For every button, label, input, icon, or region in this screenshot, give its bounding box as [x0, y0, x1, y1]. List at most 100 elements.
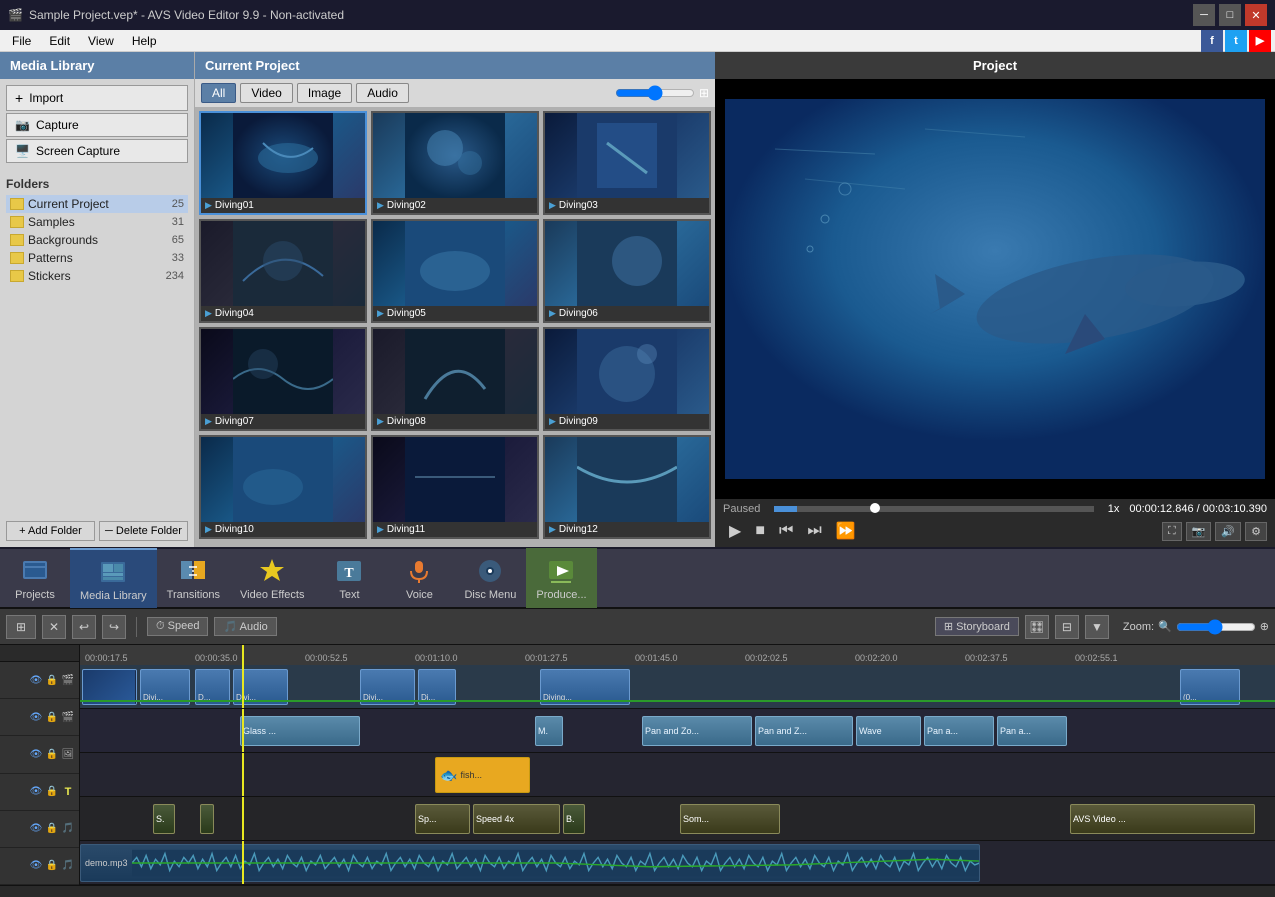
timeline-scroll[interactable]: 00:00:17.5 00:00:35.0 00:00:52.5 00:01:1…: [80, 645, 1275, 885]
tool-transitions[interactable]: Transitions: [157, 548, 230, 608]
clip-text-speed4x[interactable]: Speed 4x: [473, 804, 560, 834]
clip-wave[interactable]: Wave: [856, 716, 921, 746]
media-item-diving02[interactable]: ▶ Diving02: [371, 111, 539, 215]
eye-icon[interactable]: 👁: [29, 785, 43, 799]
clip-text-s[interactable]: S.: [153, 804, 175, 834]
lock-icon[interactable]: 🔒: [45, 673, 59, 687]
media-item-diving10[interactable]: ▶ Diving10: [199, 435, 367, 539]
folder-samples[interactable]: Samples 31: [6, 213, 188, 231]
media-item-diving01[interactable]: ▶ Diving01: [199, 111, 367, 215]
youtube-button[interactable]: ▶: [1249, 30, 1271, 52]
size-slider[interactable]: [615, 85, 695, 101]
storyboard-button[interactable]: ⊞ Storyboard: [935, 617, 1019, 636]
tool-text[interactable]: T Text: [314, 548, 384, 608]
clip-pan1[interactable]: Pan a...: [924, 716, 994, 746]
clip-glass[interactable]: Glass ...: [240, 716, 360, 746]
menu-view[interactable]: View: [80, 32, 122, 50]
redo-button[interactable]: ↪: [102, 615, 126, 639]
clip-audio-demo[interactable]: demo.mp3: [80, 844, 980, 882]
menu-edit[interactable]: Edit: [41, 32, 78, 50]
media-item-diving03[interactable]: ▶ Diving03: [543, 111, 711, 215]
clip-text-b[interactable]: B.: [563, 804, 585, 834]
clip-pan2[interactable]: Pan a...: [997, 716, 1067, 746]
tool-produce[interactable]: Produce...: [526, 548, 596, 608]
lock-icon[interactable]: 🔒: [45, 747, 59, 761]
screen-capture-button[interactable]: 🖥️ Screen Capture: [6, 139, 188, 163]
audio-button[interactable]: 🎵 Audio: [214, 617, 276, 636]
media-item-diving11[interactable]: ▶ Diving11: [371, 435, 539, 539]
media-item-diving05[interactable]: ▶ Diving05: [371, 219, 539, 323]
next-button[interactable]: ⏭: [801, 520, 827, 542]
tool-projects[interactable]: Projects: [0, 548, 70, 608]
volume-button[interactable]: 🔊: [1215, 522, 1241, 541]
facebook-button[interactable]: f: [1201, 30, 1223, 52]
capture-button[interactable]: 📷 Capture: [6, 113, 188, 137]
twitter-button[interactable]: t: [1225, 30, 1247, 52]
delete-button[interactable]: ✕: [42, 615, 66, 639]
frame-forward-button[interactable]: ⏩: [830, 519, 862, 543]
clip-text-som[interactable]: Som...: [680, 804, 780, 834]
undo-button[interactable]: ↩: [72, 615, 96, 639]
media-item-diving09[interactable]: ▶ Diving09: [543, 327, 711, 431]
layout-button[interactable]: ⊟: [1055, 615, 1079, 639]
filter-all[interactable]: All: [201, 83, 236, 103]
media-library-icon: [97, 556, 129, 588]
fullscreen-button[interactable]: ⛶: [1162, 522, 1182, 541]
lock-icon[interactable]: 🔒: [45, 710, 59, 724]
media-item-diving12[interactable]: ▶ Diving12: [543, 435, 711, 539]
clip-text-avs[interactable]: AVS Video ...: [1070, 804, 1255, 834]
clip-pan-zoom1[interactable]: Pan and Zo...: [642, 716, 752, 746]
eye-icon[interactable]: 👁: [29, 747, 43, 761]
clip-fish[interactable]: 🐟 fish...: [435, 757, 530, 793]
tool-voice[interactable]: Voice: [384, 548, 454, 608]
timeline-scrollbar[interactable]: [0, 885, 1275, 897]
settings-button[interactable]: ⚙: [1245, 522, 1267, 541]
maximize-button[interactable]: □: [1219, 4, 1241, 26]
folder-backgrounds[interactable]: Backgrounds 65: [6, 231, 188, 249]
menu-help[interactable]: Help: [124, 32, 165, 50]
filter-audio[interactable]: Audio: [356, 83, 409, 103]
add-folder-button[interactable]: + Add Folder: [6, 521, 95, 541]
delete-folder-button[interactable]: ─ Delete Folder: [99, 521, 188, 541]
speed-button[interactable]: ⏱ Speed: [147, 617, 208, 636]
media-item-diving07[interactable]: ▶ Diving07: [199, 327, 367, 431]
menu-file[interactable]: File: [4, 32, 39, 50]
snapshot-button[interactable]: 📷: [1186, 522, 1212, 541]
tool-video-effects[interactable]: Video Effects: [230, 548, 314, 608]
eye-icon[interactable]: 👁: [29, 673, 43, 687]
media-item-diving08[interactable]: ▶ Diving08: [371, 327, 539, 431]
prev-button[interactable]: ⏮: [773, 520, 799, 542]
eye-icon[interactable]: 👁: [29, 822, 43, 836]
lock-icon[interactable]: 🔒: [45, 859, 59, 873]
tool-disc-menu[interactable]: Disc Menu: [454, 548, 526, 608]
timeline-thumb[interactable]: [870, 503, 880, 513]
import-button[interactable]: + Import: [6, 85, 188, 111]
audio-mixer-button[interactable]: 🎛: [1025, 615, 1049, 639]
thumbnail-diving05: [373, 221, 537, 306]
tool-media-library[interactable]: Media Library: [70, 548, 157, 608]
layout-dropdown[interactable]: ▼: [1085, 615, 1109, 639]
preview-timeline-slider[interactable]: [774, 506, 1093, 512]
clip-text-blank[interactable]: [200, 804, 214, 834]
filter-image[interactable]: Image: [297, 83, 352, 103]
folder-stickers[interactable]: Stickers 234: [6, 267, 188, 285]
close-button[interactable]: ✕: [1245, 4, 1267, 26]
lock-icon[interactable]: 🔒: [45, 785, 59, 799]
folder-current-project[interactable]: Current Project 25: [6, 195, 188, 213]
zoom-slider[interactable]: [1176, 619, 1256, 635]
folder-patterns[interactable]: Patterns 33: [6, 249, 188, 267]
eye-icon[interactable]: 👁: [29, 859, 43, 873]
media-item-diving06[interactable]: ▶ Diving06: [543, 219, 711, 323]
play-button[interactable]: ▶: [723, 519, 747, 543]
clip-pan-zoom2[interactable]: Pan and Z...: [755, 716, 853, 746]
stop-button[interactable]: ■: [749, 520, 771, 542]
filter-video[interactable]: Video: [240, 83, 292, 103]
clip-text-sp[interactable]: Sp...: [415, 804, 470, 834]
media-grid-wrapper[interactable]: ▶ Diving01 ▶ Diving02: [195, 107, 715, 547]
clip-m[interactable]: M.: [535, 716, 563, 746]
minimize-button[interactable]: ─: [1193, 4, 1215, 26]
lock-icon[interactable]: 🔒: [45, 822, 59, 836]
select-tool-button[interactable]: ⊞: [6, 615, 36, 639]
eye-icon[interactable]: 👁: [29, 710, 43, 724]
media-item-diving04[interactable]: ▶ Diving04: [199, 219, 367, 323]
